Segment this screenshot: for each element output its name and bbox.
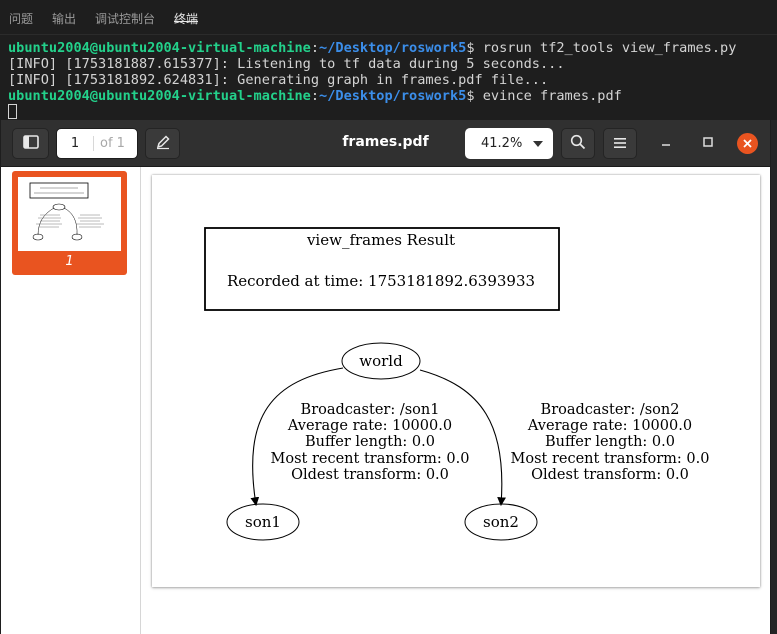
tab-problems[interactable]: 问题: [9, 0, 33, 26]
edge-son2-recent: Most recent transform: 0.0: [511, 451, 710, 467]
node-world-label: world: [359, 352, 403, 370]
tab-debug-console[interactable]: 调试控制台: [95, 0, 155, 26]
edge-son1-recent: Most recent transform: 0.0: [271, 451, 470, 467]
node-son1-label: son1: [245, 513, 281, 531]
terminal[interactable]: ubuntu2004@ubuntu2004-virtual-machine:~/…: [0, 40, 777, 130]
edge-son1-labels: Broadcaster: /son1 Average rate: 10000.0…: [271, 402, 470, 483]
prompt-symbol: $: [466, 40, 475, 56]
edge-son1-buffer: Buffer length: 0.0: [305, 434, 435, 450]
maximize-icon: [703, 136, 713, 151]
maximize-button[interactable]: [698, 133, 718, 153]
edge-son2-labels: Broadcaster: /son2 Average rate: 10000.0…: [511, 402, 710, 483]
search-icon: [570, 134, 586, 154]
thumbnail-preview: [18, 177, 121, 251]
edge-son2-buffer: Buffer length: 0.0: [545, 434, 675, 450]
minimize-icon: [661, 136, 671, 151]
search-button[interactable]: [561, 128, 595, 159]
graph-recorded-time: Recorded at time: 1753181892.6393933: [227, 272, 535, 290]
prompt-host: ubuntu2004@ubuntu2004-virtual-machine: [8, 40, 311, 56]
prompt-path: ~/Desktop/roswork5: [319, 88, 467, 104]
command-text: rosrun tf2_tools view_frames.py: [474, 40, 737, 56]
edge-son1-rate: Average rate: 10000.0: [287, 418, 452, 434]
page-count-label: of 1: [100, 136, 125, 151]
close-button[interactable]: [737, 133, 758, 154]
thumbnail-sidebar: 1: [1, 167, 141, 634]
minimize-button[interactable]: [656, 133, 676, 153]
edge-son1-broadcaster: Broadcaster: /son1: [301, 402, 440, 418]
chevron-down-icon: [533, 141, 543, 147]
edge-son2-broadcaster: Broadcaster: /son2: [541, 402, 680, 418]
annotate-button[interactable]: [145, 128, 180, 159]
terminal-cursor: [8, 104, 17, 119]
tab-output[interactable]: 输出: [52, 0, 76, 26]
pencil-icon: [155, 134, 171, 154]
edge-son1-oldest: Oldest transform: 0.0: [291, 467, 449, 483]
tab-terminal[interactable]: 终端: [174, 0, 199, 26]
header-bar: 1 of 1 frames.pdf 41.2%: [1, 120, 770, 167]
command-text: evince frames.pdf: [474, 88, 622, 104]
pdf-page: view_frames Result Recorded at time: 175…: [152, 175, 760, 587]
document-viewer-window: 1 of 1 frames.pdf 41.2% 1 view_frames Re…: [1, 120, 770, 634]
close-icon: [743, 137, 752, 151]
prompt-host: ubuntu2004@ubuntu2004-virtual-machine: [8, 88, 311, 104]
prompt-symbol: $: [466, 88, 475, 104]
terminal-command-line: ubuntu2004@ubuntu2004-virtual-machine:~/…: [8, 40, 737, 56]
graph-title: view_frames Result: [306, 231, 455, 249]
background-editor-strip: [771, 120, 777, 634]
page-number-entry[interactable]: 1 of 1: [56, 128, 138, 159]
thumbnail-page-label: 1: [65, 254, 74, 269]
terminal-info-line: [INFO] [1753181892.624831]: Generating g…: [8, 72, 549, 88]
edge-son2-rate: Average rate: 10000.0: [527, 418, 692, 434]
zoom-value: 41.2%: [481, 136, 523, 151]
hamburger-menu-icon: [613, 134, 627, 153]
sidebar-icon: [22, 134, 39, 153]
page-thumbnail[interactable]: 1: [12, 171, 127, 275]
sidebar-toggle-button[interactable]: [12, 128, 49, 159]
terminal-cursor-line: [0, 104, 777, 120]
terminal-command-line: ubuntu2004@ubuntu2004-virtual-machine:~/…: [8, 88, 622, 104]
zoom-select[interactable]: 41.2%: [465, 128, 553, 159]
panel-tab-bar: 问题 输出 调试控制台 终端: [0, 0, 777, 35]
node-son2-label: son2: [483, 513, 519, 531]
terminal-info-line: [INFO] [1753181887.615377]: Listening to…: [8, 56, 565, 72]
document-area[interactable]: view_frames Result Recorded at time: 175…: [141, 167, 770, 634]
main-menu-button[interactable]: [603, 128, 637, 159]
tf-frames-graph: view_frames Result Recorded at time: 175…: [204, 227, 710, 541]
edge-son2-oldest: Oldest transform: 0.0: [531, 467, 689, 483]
prompt-path: ~/Desktop/roswork5: [319, 40, 467, 56]
current-page-number[interactable]: 1: [57, 136, 94, 151]
